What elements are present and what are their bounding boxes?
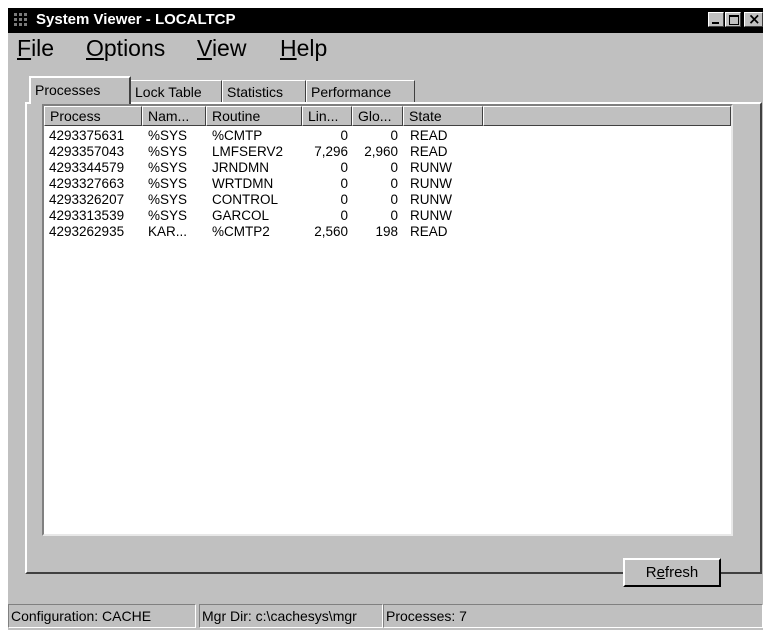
column-header-process[interactable]: Process xyxy=(44,106,142,126)
cell-state: RUNW xyxy=(410,192,452,207)
menu-help[interactable]: Help xyxy=(280,35,327,62)
table-row[interactable]: 4293344579 %SYS JRNDMN 0 0 RUNW xyxy=(44,160,731,176)
cell-routine: %CMTP2 xyxy=(212,224,270,239)
cell-process-name: %SYS xyxy=(148,160,188,175)
process-list[interactable]: Process Nam... Routine Lin... Glo... Sta… xyxy=(42,104,733,536)
refresh-button[interactable]: Refresh xyxy=(623,558,721,587)
cell-process-name: %SYS xyxy=(148,144,188,159)
title-bar[interactable]: System Viewer - LOCALTCP × xyxy=(8,8,763,33)
cell-lines: 0 xyxy=(340,192,348,207)
cell-lines: 0 xyxy=(340,176,348,191)
cell-globals: 0 xyxy=(390,208,398,223)
cell-lines: 0 xyxy=(340,160,348,175)
column-header-filler xyxy=(483,106,731,126)
menu-help-label: elp xyxy=(296,35,328,61)
table-row[interactable]: 4293327663 %SYS WRTDMN 0 0 RUNW xyxy=(44,176,731,192)
status-mgr-dir: Mgr Dir: c:\cachesys\mgr xyxy=(199,604,383,628)
cell-routine: JRNDMN xyxy=(212,160,269,175)
cell-routine: LMFSERV2 xyxy=(212,144,284,159)
cell-state: RUNW xyxy=(410,160,452,175)
table-row[interactable]: 4293357043 %SYS LMFSERV2 7,296 2,960 READ xyxy=(44,144,731,160)
tab-performance[interactable]: Performance xyxy=(306,80,415,104)
column-header-routine[interactable]: Routine xyxy=(206,106,302,126)
refresh-accel: e xyxy=(656,564,665,581)
column-header-state[interactable]: State xyxy=(403,106,483,126)
close-icon[interactable]: × xyxy=(744,10,763,28)
cell-process-id: 4293375631 xyxy=(49,128,125,143)
cell-routine: GARCOL xyxy=(212,208,270,223)
cell-process-name: %SYS xyxy=(148,192,188,207)
status-configuration: Configuration: CACHE xyxy=(8,604,196,628)
column-header-globals[interactable]: Glo... xyxy=(352,106,403,126)
cell-state: RUNW xyxy=(410,208,452,223)
tab-processes[interactable]: Processes xyxy=(29,76,131,104)
menu-bar: File Options View Help xyxy=(8,34,763,62)
app-icon[interactable] xyxy=(14,13,28,27)
close-glyph: × xyxy=(748,10,761,28)
table-row[interactable]: 4293375631 %SYS %CMTP 0 0 READ xyxy=(44,128,731,144)
menu-file-label: ile xyxy=(31,35,55,61)
table-row[interactable]: 4293326207 %SYS CONTROL 0 0 RUNW xyxy=(44,192,731,208)
menu-view-label: iew xyxy=(211,35,247,61)
menu-view[interactable]: View xyxy=(197,35,246,62)
cell-state: RUNW xyxy=(410,176,452,191)
cell-process-name: %SYS xyxy=(148,208,188,223)
cell-process-name: %SYS xyxy=(148,128,188,143)
cell-process-name: %SYS xyxy=(148,176,188,191)
minimize-icon[interactable] xyxy=(708,12,724,27)
cell-globals: 198 xyxy=(375,224,398,239)
cell-process-id: 4293262935 xyxy=(49,224,125,239)
menu-help-accel: H xyxy=(280,35,297,61)
cell-lines: 2,560 xyxy=(314,224,348,239)
cell-globals: 0 xyxy=(390,176,398,191)
cell-process-id: 4293313539 xyxy=(49,208,125,223)
window-title: System Viewer - LOCALTCP xyxy=(36,11,236,28)
cell-process-id: 4293357043 xyxy=(49,144,125,159)
cell-process-id: 4293344579 xyxy=(49,160,125,175)
tab-statistics[interactable]: Statistics xyxy=(222,80,306,104)
tab-lock-table[interactable]: Lock Table xyxy=(130,80,222,104)
refresh-label-start: R xyxy=(645,564,657,581)
cell-state: READ xyxy=(410,144,448,159)
menu-file[interactable]: File xyxy=(17,35,54,62)
status-processes: Processes: 7 xyxy=(383,604,763,628)
cell-process-id: 4293326207 xyxy=(49,192,125,207)
cell-routine: CONTROL xyxy=(212,192,279,207)
menu-options-accel: O xyxy=(86,35,104,61)
cell-process-name: KAR... xyxy=(148,224,188,239)
menu-view-accel: V xyxy=(197,35,212,61)
cell-globals: 2,960 xyxy=(364,144,398,159)
cell-state: READ xyxy=(410,128,448,143)
cell-routine: WRTDMN xyxy=(212,176,274,191)
cell-state: READ xyxy=(410,224,448,239)
cell-lines: 0 xyxy=(340,208,348,223)
cell-process-id: 4293327663 xyxy=(49,176,125,191)
table-row[interactable]: 4293262935 KAR... %CMTP2 2,560 198 READ xyxy=(44,224,731,240)
column-header-name[interactable]: Nam... xyxy=(142,106,206,126)
menu-options[interactable]: Options xyxy=(86,35,165,62)
cell-globals: 0 xyxy=(390,160,398,175)
refresh-label-end: fresh xyxy=(664,564,699,581)
table-row[interactable]: 4293313539 %SYS GARCOL 0 0 RUNW xyxy=(44,208,731,224)
cell-lines: 7,296 xyxy=(314,144,348,159)
cell-routine: %CMTP xyxy=(212,128,263,143)
maximize-icon[interactable] xyxy=(725,12,741,27)
column-header-lines[interactable]: Lin... xyxy=(302,106,352,126)
cell-lines: 0 xyxy=(340,128,348,143)
menu-file-accel: F xyxy=(17,35,32,61)
cell-globals: 0 xyxy=(390,128,398,143)
menu-options-label: ptions xyxy=(103,35,166,61)
cell-globals: 0 xyxy=(390,192,398,207)
